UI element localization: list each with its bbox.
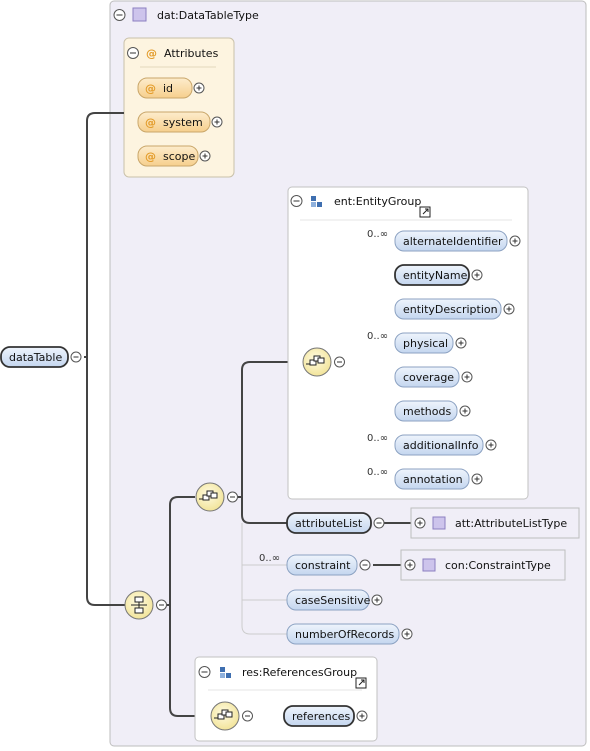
cardinality-label: 0..∞: [367, 229, 388, 240]
references-group-title: res:ReferencesGroup: [242, 666, 357, 679]
entity-group-collapse-button[interactable]: [290, 195, 303, 207]
type-constrainttype-label: con:ConstraintType: [445, 559, 551, 572]
complex-type-collapse-button[interactable]: [113, 9, 126, 21]
complex-type-icon: [422, 558, 436, 572]
element-constraint-label: constraint: [295, 559, 351, 572]
attributes-collapse-button[interactable]: [127, 47, 139, 59]
attribute-label: scope: [163, 150, 195, 163]
element-annotation-label: annotation: [403, 473, 463, 486]
element-datatable[interactable]: dataTable: [0, 346, 82, 368]
element-constraint-expand-button[interactable]: [359, 559, 371, 571]
complex-type-icon: [132, 7, 147, 22]
references-group-collapse-button[interactable]: [198, 666, 211, 678]
type-attributelisttype-expand-button[interactable]: [414, 517, 426, 529]
cardinality-label: 0..∞: [259, 553, 280, 564]
attribute-at-icon: @: [145, 116, 156, 129]
element-datatable-expand-button[interactable]: [70, 351, 82, 363]
type-constrainttype-expand-button[interactable]: [404, 559, 416, 571]
attribute-scope-expand-button[interactable]: [199, 150, 211, 162]
element-caseSensitive-expand-button[interactable]: [371, 594, 383, 606]
cardinality-label: 0..∞: [367, 467, 388, 478]
element-attributeList-label: attributeList: [295, 517, 363, 530]
type-attributelisttype[interactable]: att:AttributeListType: [410, 507, 580, 539]
element-alternateIdentifier-expand-button[interactable]: [509, 235, 521, 247]
references-group-link-icon[interactable]: [355, 677, 367, 689]
element-physical-expand-button[interactable]: [455, 337, 467, 349]
element-annotation-expand-button[interactable]: [471, 473, 483, 485]
attribute-system-expand-button[interactable]: [211, 116, 223, 128]
element-methods-expand-button[interactable]: [459, 405, 471, 417]
element-coverage-label: coverage: [403, 371, 454, 384]
cardinality-label: 0..∞: [367, 331, 388, 342]
element-attributeList[interactable]: attributeList: [286, 512, 385, 534]
entity-group-link-icon[interactable]: [419, 206, 431, 218]
complex-type-icon: [432, 516, 446, 530]
attribute-at-icon: @: [145, 150, 156, 163]
attribute-at-icon: @: [145, 82, 156, 95]
element-coverage-expand-button[interactable]: [461, 371, 473, 383]
element-entityName-label: entityName: [403, 269, 468, 282]
element-attributeList-expand-button[interactable]: [373, 517, 385, 529]
complex-type-title: dat:DataTableType: [157, 9, 259, 22]
element-additionalInfo-label: additionalInfo: [403, 439, 479, 452]
element-methods-label: methods: [403, 405, 451, 418]
element-numberOfRecords[interactable]: numberOfRecords: [286, 623, 413, 645]
element-references-label: references: [292, 710, 351, 723]
type-constrainttype[interactable]: con:ConstraintType: [400, 549, 566, 581]
element-alternateIdentifier-label: alternateIdentifier: [403, 235, 503, 248]
attribute-id-expand-button[interactable]: [193, 82, 205, 94]
element-caseSensitive-label: caseSensitive: [295, 594, 371, 607]
attribute-label: id: [163, 82, 173, 95]
element-datatable-label: dataTable: [9, 351, 62, 364]
element-entityName-expand-button[interactable]: [471, 269, 483, 281]
attributes-title: Attributes: [164, 47, 219, 60]
type-attributelisttype-label: att:AttributeListType: [455, 517, 567, 530]
attribute-label: system: [163, 116, 203, 129]
element-entityDescription-expand-button[interactable]: [503, 303, 515, 315]
entity-group-title: ent:EntityGroup: [334, 195, 421, 208]
element-numberOfRecords-expand-button[interactable]: [401, 628, 413, 640]
cardinality-label: 0..∞: [367, 433, 388, 444]
schema-diagram: dat:DataTableType @ Attributes ent:Entit…: [0, 0, 587, 747]
attributes-at-icon: @: [146, 47, 157, 60]
element-entityDescription-label: entityDescription: [403, 303, 498, 316]
element-entityDescription[interactable]: entityDescription: [394, 298, 515, 320]
element-additionalInfo-expand-button[interactable]: [485, 439, 497, 451]
element-numberOfRecords-label: numberOfRecords: [295, 628, 394, 641]
element-physical-label: physical: [403, 337, 448, 350]
element-references-expand-button[interactable]: [356, 710, 368, 722]
